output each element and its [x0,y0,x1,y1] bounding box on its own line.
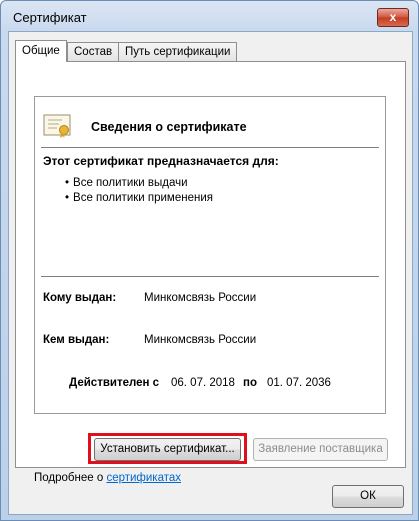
certificate-icon [43,114,71,138]
divider [41,276,379,277]
ok-button[interactable]: ОК [332,485,404,508]
learn-more-text: Подробнее о сертификатах [34,472,181,484]
tab-general[interactable]: Общие [15,40,67,62]
valid-label: Действителен с [69,377,160,389]
learn-more-prefix: Подробнее о [34,472,107,484]
purpose-heading: Этот сертификат предназначается для: [43,154,279,168]
issued-by-value: Минкомсвязь России [144,334,257,346]
certificate-dialog: Сертификат x Общие Состав Путь сертифика… [0,0,419,521]
install-certificate-button[interactable]: Установить сертификат... [94,438,241,461]
purpose-item: Все политики выдачи [65,176,213,191]
valid-from-value: 06. 07. 2018 [171,377,235,389]
issued-by-label: Кем выдан: [43,334,110,346]
valid-to-label: по [243,377,257,389]
certificate-info-box: Сведения о сертификате Этот сертификат п… [34,96,386,414]
window-title: Сертификат [13,10,87,25]
issued-to-value: Минкомсвязь России [144,292,257,304]
title-bar[interactable]: Сертификат x [1,1,418,31]
valid-to-value: 01. 07. 2036 [267,377,331,389]
purpose-list: Все политики выдачи Все политики примене… [65,176,213,206]
issued-to-label: Кому выдан: [43,292,117,304]
general-tab-panel: Сведения о сертификате Этот сертификат п… [15,61,406,484]
divider [41,147,379,148]
tab-details[interactable]: Состав [67,42,120,61]
info-title: Сведения о сертификате [91,120,247,134]
close-icon: x [389,10,397,24]
purpose-item: Все политики применения [65,191,213,206]
learn-more-link[interactable]: сертификатах [106,472,181,484]
close-button[interactable]: x [377,8,409,27]
tab-certification-path[interactable]: Путь сертификации [118,42,238,61]
dialog-body: Общие Состав Путь сертификации Сведения … [8,31,413,515]
issuer-statement-button[interactable]: Заявление поставщика [253,438,388,461]
